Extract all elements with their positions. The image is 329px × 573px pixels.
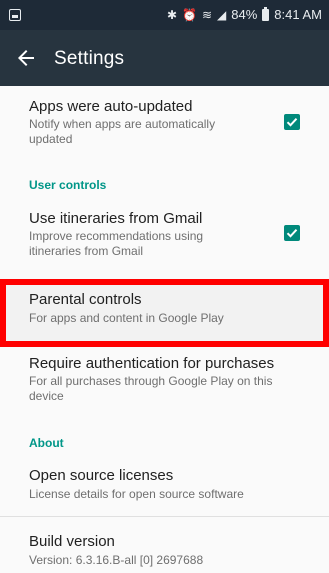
setting-title: Apps were auto-updated	[29, 98, 193, 115]
section-header-about: About	[29, 436, 64, 450]
page-title: Settings	[54, 48, 125, 69]
setting-build-version: Build version Version: 6.3.16.B-all [0] …	[0, 525, 329, 573]
itineraries-checkbox[interactable]	[284, 225, 300, 241]
divider	[0, 516, 329, 517]
check-icon	[286, 118, 298, 127]
back-arrow-icon[interactable]	[14, 46, 38, 70]
status-bar: ✱ ⏰ ≋ ◢ 84% 8:41 AM	[0, 0, 329, 30]
status-icons: ✱ ⏰ ≋ ◢ 84% 8:41 AM	[166, 6, 322, 22]
setting-title: Open source licenses	[29, 467, 174, 484]
setting-open-source-licenses[interactable]: Open source licenses License details for…	[0, 460, 329, 512]
setting-subtitle: Version: 6.3.16.B-all [0] 2697688	[29, 553, 204, 567]
setting-subtitle: Improve recommendations using itinerarie…	[29, 229, 204, 258]
section-header-user-controls: User controls	[29, 178, 107, 192]
setting-subtitle: For apps and content in Google Play	[29, 311, 224, 325]
setting-require-authentication[interactable]: Require authentication for purchases For…	[0, 349, 329, 419]
setting-parental-controls[interactable]: Parental controls For apps and content i…	[0, 279, 329, 347]
bluetooth-icon: ✱	[166, 7, 178, 22]
battery-icon	[262, 6, 270, 21]
setting-title: Build version	[29, 533, 115, 550]
signal-icon: ◢	[217, 7, 227, 22]
wifi-icon: ≋	[201, 7, 213, 22]
alarm-icon: ⏰	[182, 7, 197, 22]
setting-auto-updated[interactable]: Apps were auto-updated Notify when apps …	[0, 86, 329, 166]
auto-updated-checkbox[interactable]	[284, 114, 300, 130]
clock: 8:41 AM	[274, 7, 322, 22]
setting-title: Use itineraries from Gmail	[29, 210, 203, 227]
setting-title: Parental controls	[29, 291, 142, 308]
setting-subtitle: License details for open source software	[29, 487, 244, 501]
setting-title: Require authentication for purchases	[29, 355, 275, 372]
notification-icon	[9, 9, 21, 21]
setting-subtitle: For all purchases through Google Play on…	[29, 374, 273, 403]
setting-subtitle: Notify when apps are automatically updat…	[29, 117, 216, 146]
battery-percent: 84%	[231, 7, 258, 22]
check-icon	[286, 229, 298, 238]
setting-itineraries[interactable]: Use itineraries from Gmail Improve recom…	[0, 200, 329, 275]
toolbar: Settings	[0, 30, 329, 86]
